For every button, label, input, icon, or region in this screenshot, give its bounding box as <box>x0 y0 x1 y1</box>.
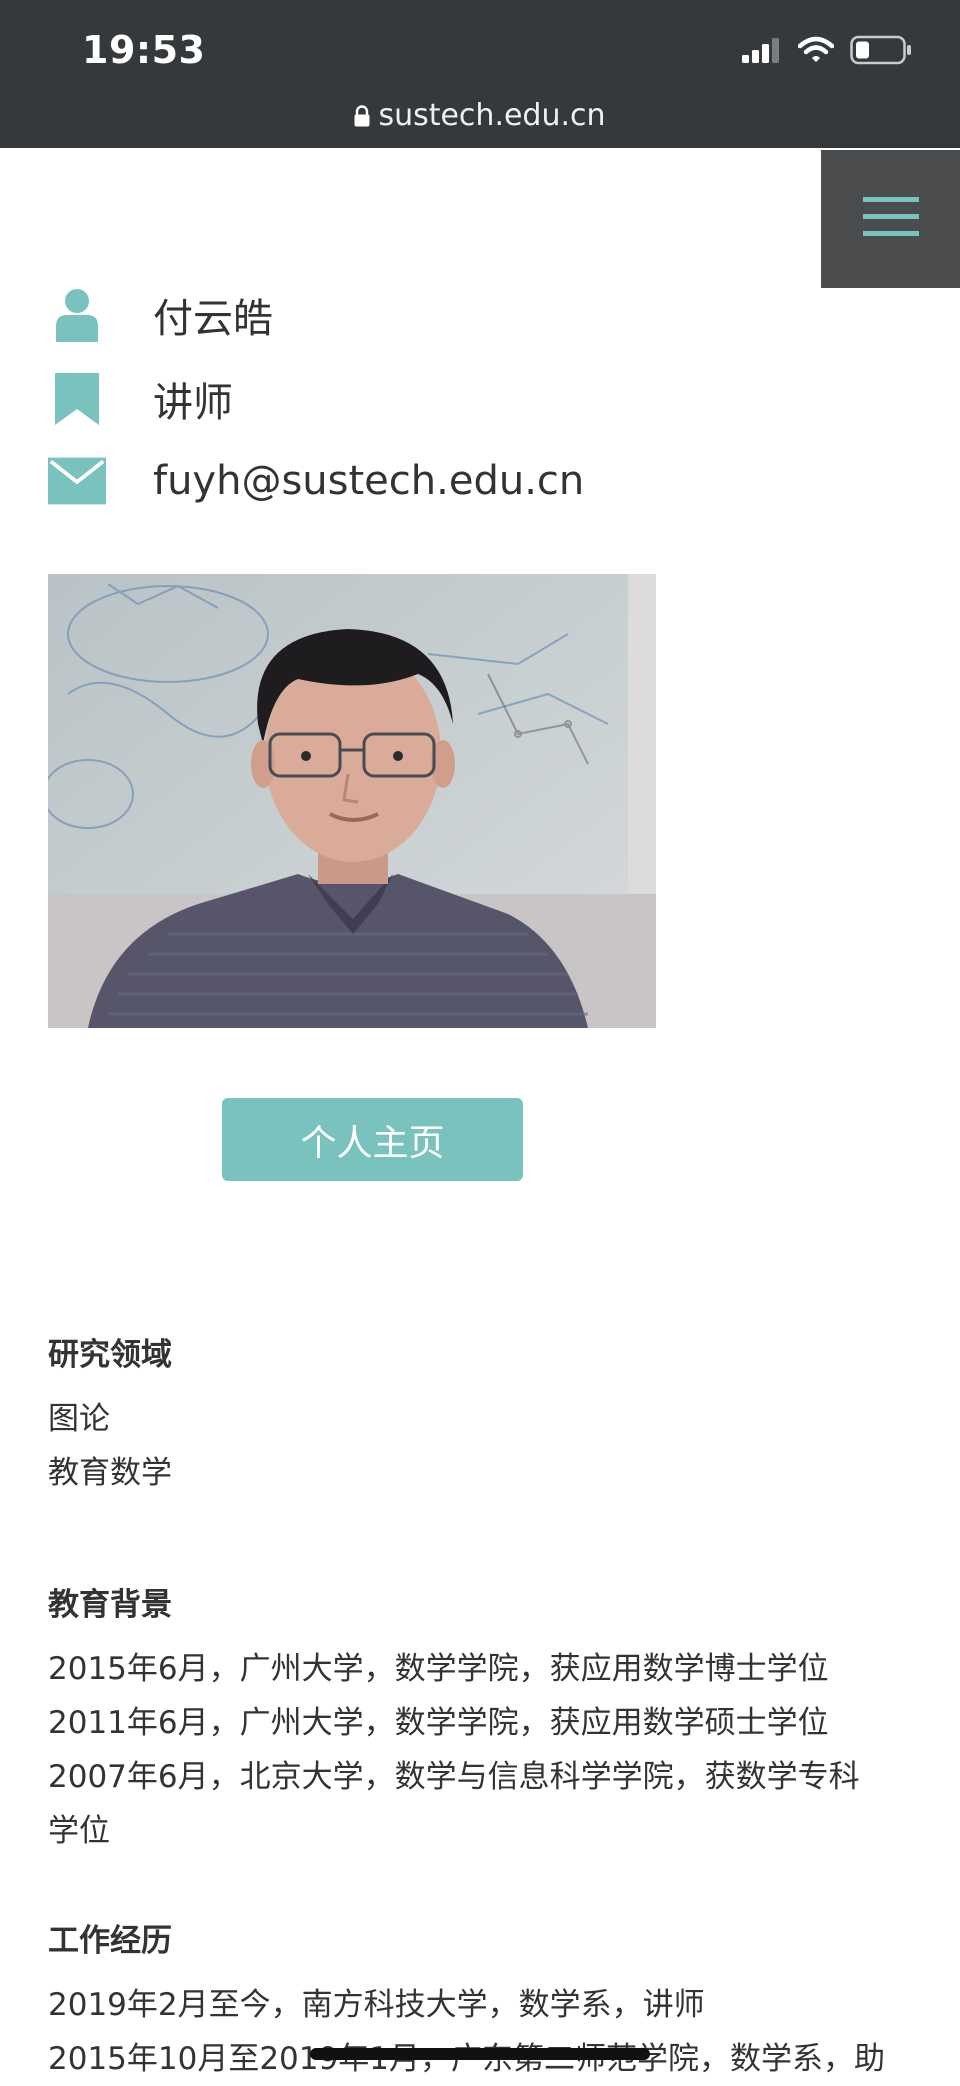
research-item: 图论 <box>48 1401 110 1437</box>
system-icons <box>742 34 912 70</box>
work-item: 2019年2月至今，南方科技大学，数学系，讲师 <box>48 1987 705 2023</box>
research-heading: 研究领域 <box>48 1337 172 1373</box>
menu-button[interactable] <box>821 150 960 288</box>
email-row: fuyh@sustech.edu.cn <box>48 452 584 510</box>
education-heading: 教育背景 <box>48 1587 172 1623</box>
browser-status-bar: 19:53 sustech.edu.cn <box>0 0 960 148</box>
research-item: 教育数学 <box>48 1455 172 1491</box>
education-section: 教育背景 2015年6月，广州大学，数学学院，获应用数学博士学位 2011年6月… <box>48 1582 918 1858</box>
profile-name: 付云皓 <box>153 296 273 342</box>
work-heading: 工作经历 <box>48 1923 172 1959</box>
profile-title: 讲师 <box>153 380 233 426</box>
signal-icon <box>742 37 782 67</box>
user-icon <box>48 288 106 342</box>
address-bar[interactable]: sustech.edu.cn <box>0 98 960 135</box>
lock-icon <box>354 100 370 135</box>
url-text: sustech.edu.cn <box>378 98 606 133</box>
education-item: 2011年6月，广州大学，数学学院，获应用数学硕士学位 <box>48 1705 829 1741</box>
name-row: 付云皓 <box>48 286 273 344</box>
profile-email[interactable]: fuyh@sustech.edu.cn <box>153 458 584 504</box>
mail-icon <box>48 456 106 506</box>
personal-homepage-button[interactable]: 个人主页 <box>222 1098 523 1181</box>
title-row: 讲师 <box>48 370 233 428</box>
education-item: 2007年6月，北京大学，数学与信息科学学院，获数学专科 <box>48 1759 860 1795</box>
bookmark-icon <box>48 373 106 425</box>
education-item: 2015年6月，广州大学，数学学院，获应用数学博士学位 <box>48 1651 829 1687</box>
home-indicator[interactable] <box>310 2048 650 2060</box>
profile-photo <box>48 574 656 1028</box>
menu-icon <box>862 197 919 241</box>
status-time: 19:53 <box>82 28 206 72</box>
research-section: 研究领域 图论 教育数学 <box>48 1332 918 1500</box>
battery-icon <box>850 35 912 69</box>
work-section: 工作经历 2019年2月至今，南方科技大学，数学系，讲师 2015年10月至20… <box>48 1918 918 2086</box>
wifi-icon <box>797 36 835 68</box>
education-item-continued: 学位 <box>48 1813 110 1849</box>
